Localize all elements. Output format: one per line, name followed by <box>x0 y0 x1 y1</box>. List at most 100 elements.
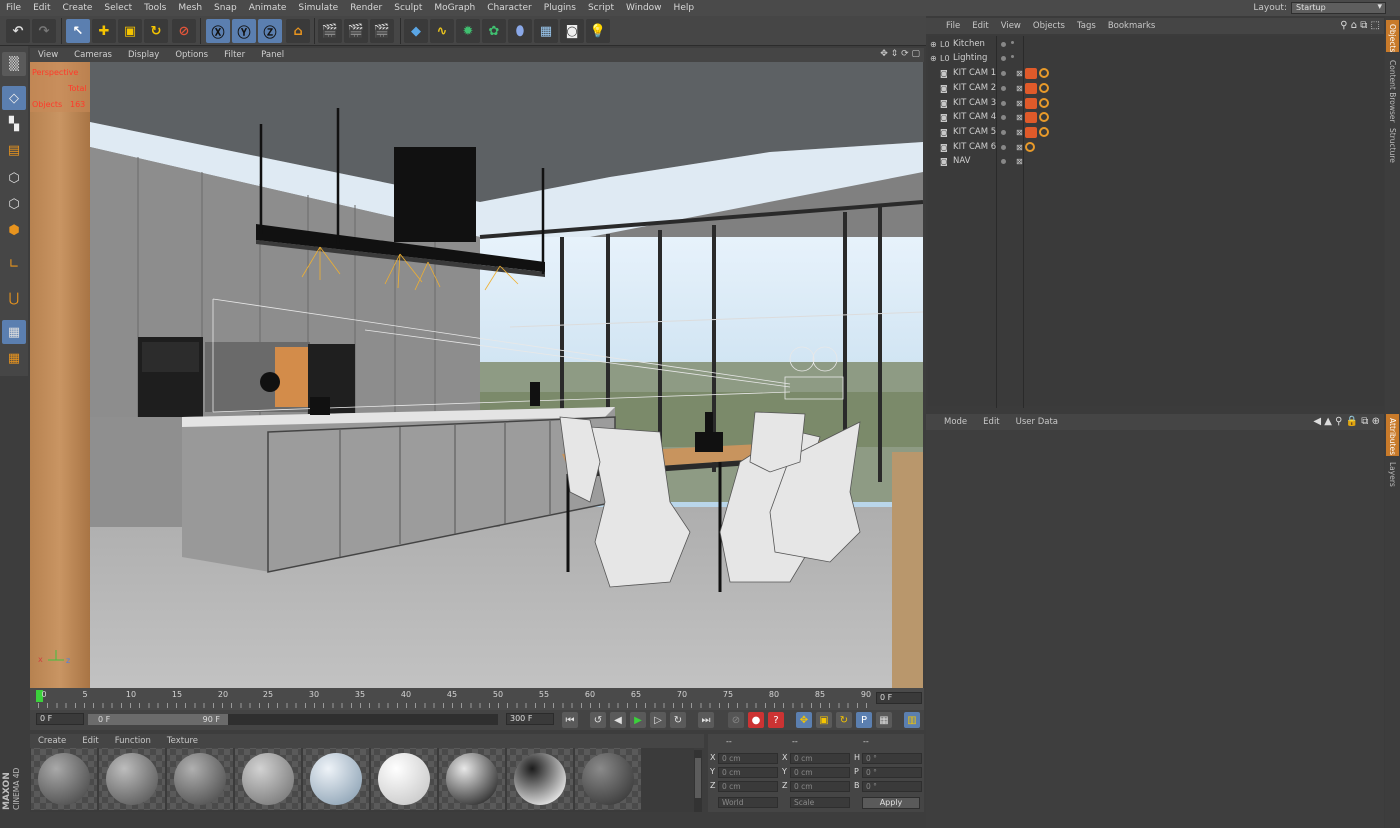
edges-mode-icon[interactable]: ⬡ <box>2 192 26 216</box>
rotation-b-field[interactable]: 0 ° <box>862 781 922 792</box>
material-menu-create[interactable]: Create <box>30 736 74 746</box>
workplane-grid-icon[interactable]: ▦ <box>2 320 26 344</box>
material-scroll-thumb[interactable] <box>695 758 701 798</box>
objects-menu-edit[interactable]: Edit <box>966 21 994 31</box>
tab-layers[interactable]: Layers <box>1388 462 1397 487</box>
record-keys-icon[interactable]: ⊘ <box>728 712 744 728</box>
tab-content-browser[interactable]: Content Browser <box>1388 60 1397 123</box>
tab-structure[interactable]: Structure <box>1388 128 1397 163</box>
viewport-menu-display[interactable]: Display <box>120 50 167 60</box>
material-swatch[interactable] <box>439 748 505 810</box>
menu-help[interactable]: Help <box>668 3 701 13</box>
3d-viewport[interactable]: x z Perspective Total Objects 163 <box>30 62 923 688</box>
menu-sculpt[interactable]: Sculpt <box>388 3 428 13</box>
object-manager-search-icon[interactable]: ⚲ ⌂ ⧉ ⬚ <box>1340 20 1380 31</box>
cube-primitive-icon[interactable]: ◆ <box>404 19 428 43</box>
protection-tag-icon[interactable] <box>1025 142 1035 152</box>
position-x-field[interactable]: 0 cm <box>718 753 778 764</box>
key-parameter-icon[interactable]: P <box>856 712 872 728</box>
editor-visibility-dot[interactable] <box>1001 42 1006 47</box>
key-rotation-icon[interactable]: ↻ <box>836 712 852 728</box>
x-axis-lock-icon[interactable]: Ⓧ <box>206 19 230 43</box>
camera-tag-icon[interactable] <box>1025 112 1037 123</box>
protection-tag-icon[interactable] <box>1039 68 1049 78</box>
viewport-menu-filter[interactable]: Filter <box>216 50 253 60</box>
editor-visibility-dot[interactable] <box>1001 56 1006 61</box>
objects-menu-view[interactable]: View <box>995 21 1027 31</box>
protection-tag-icon[interactable] <box>1039 127 1049 137</box>
camera-tag-icon[interactable] <box>1025 83 1037 94</box>
viewport-menu-panel[interactable]: Panel <box>253 50 292 60</box>
workplane-mode-icon[interactable]: ▤ <box>2 138 26 162</box>
next-key-icon[interactable]: ↻ <box>670 712 686 728</box>
viewport-menu-cameras[interactable]: Cameras <box>66 50 120 60</box>
menu-render[interactable]: Render <box>344 3 388 13</box>
cloner-icon[interactable]: ✿ <box>482 19 506 43</box>
menu-mograph[interactable]: MoGraph <box>428 3 481 13</box>
tab-objects[interactable]: Objects <box>1388 24 1397 52</box>
objects-menu-bookmarks[interactable]: Bookmarks <box>1102 21 1162 31</box>
menu-mesh[interactable]: Mesh <box>172 3 208 13</box>
editor-visibility-dot[interactable] <box>1001 101 1006 106</box>
prev-key-icon[interactable]: ↺ <box>590 712 606 728</box>
render-visibility-dot[interactable] <box>1011 55 1014 58</box>
viewport-menu-view[interactable]: View <box>30 50 66 60</box>
editor-visibility-dot[interactable] <box>1001 159 1006 164</box>
size-mode-select[interactable]: Scale <box>790 797 850 808</box>
key-pla-icon[interactable]: ▦ <box>876 712 892 728</box>
key-position-icon[interactable]: ✥ <box>796 712 812 728</box>
autokey-icon[interactable]: ● <box>748 712 764 728</box>
expand-icon[interactable]: ⊕ <box>930 54 940 63</box>
play-icon[interactable]: ▶ <box>630 712 646 728</box>
material-swatch[interactable] <box>167 748 233 810</box>
attributes-menu-edit[interactable]: Edit <box>975 417 1007 427</box>
menu-animate[interactable]: Animate <box>243 3 293 13</box>
menu-plugins[interactable]: Plugins <box>538 3 582 13</box>
material-menu-function[interactable]: Function <box>107 736 159 746</box>
camera-tag-icon[interactable] <box>1025 98 1037 109</box>
undo-icon[interactable]: ↶ <box>6 19 30 43</box>
size-y-field[interactable]: 0 cm <box>790 767 850 778</box>
menu-select[interactable]: Select <box>98 3 138 13</box>
rotate-tool-icon[interactable]: ↻ <box>144 19 168 43</box>
keyframe-selection-icon[interactable]: ? <box>768 712 784 728</box>
layout-select[interactable]: Startup <box>1291 2 1386 14</box>
tab-attributes[interactable]: Attributes <box>1388 418 1397 455</box>
material-swatch[interactable] <box>235 748 301 810</box>
start-frame-field[interactable]: 0 F <box>36 713 84 725</box>
material-swatch[interactable] <box>303 748 369 810</box>
coordinate-space-select[interactable]: World <box>718 797 778 808</box>
points-mode-icon[interactable]: ⬡ <box>2 166 26 190</box>
live-selection-icon[interactable]: ↖ <box>66 19 90 43</box>
position-z-field[interactable]: 0 cm <box>718 781 778 792</box>
axis-mode-icon[interactable]: ∟ <box>2 252 26 276</box>
redo-icon[interactable]: ↷ <box>32 19 56 43</box>
texture-mode-icon[interactable]: ▚ <box>2 112 26 136</box>
material-menu-edit[interactable]: Edit <box>74 736 106 746</box>
key-scale-icon[interactable]: ▣ <box>816 712 832 728</box>
menu-character[interactable]: Character <box>481 3 537 13</box>
next-frame-icon[interactable]: ▷ <box>650 712 666 728</box>
menu-create[interactable]: Create <box>57 3 99 13</box>
rotation-p-field[interactable]: 0 ° <box>862 767 922 778</box>
objects-menu-file[interactable]: File <box>940 21 966 31</box>
material-menu-texture[interactable]: Texture <box>159 736 206 746</box>
material-swatch[interactable] <box>371 748 437 810</box>
render-visibility-dot[interactable] <box>1011 41 1014 44</box>
viewport-nav-icons[interactable]: ✥ ⇕ ⟳ ▢ <box>880 49 920 59</box>
objects-menu-objects[interactable]: Objects <box>1027 21 1071 31</box>
floor-icon[interactable]: ▦ <box>534 19 558 43</box>
menu-edit[interactable]: Edit <box>27 3 56 13</box>
prev-frame-icon[interactable]: ◀ <box>610 712 626 728</box>
viewport-menu-options[interactable]: Options <box>167 50 216 60</box>
current-frame-field[interactable]: 0 F <box>876 692 922 704</box>
editor-visibility-dot[interactable] <box>1001 130 1006 135</box>
deformer-icon[interactable]: ⬮ <box>508 19 532 43</box>
apply-button[interactable]: Apply <box>862 797 920 809</box>
goto-start-icon[interactable]: ⏮ <box>562 712 578 728</box>
menu-window[interactable]: Window <box>620 3 668 13</box>
model-mode-icon[interactable]: ◇ <box>2 86 26 110</box>
attribute-nav-icons[interactable]: ◀ ▲ ⚲ 🔒 ⧉ ⊕ <box>1313 416 1380 427</box>
preview-range-slider[interactable]: 0 F 90 F <box>88 714 228 725</box>
camera-tag-icon[interactable] <box>1025 127 1037 138</box>
